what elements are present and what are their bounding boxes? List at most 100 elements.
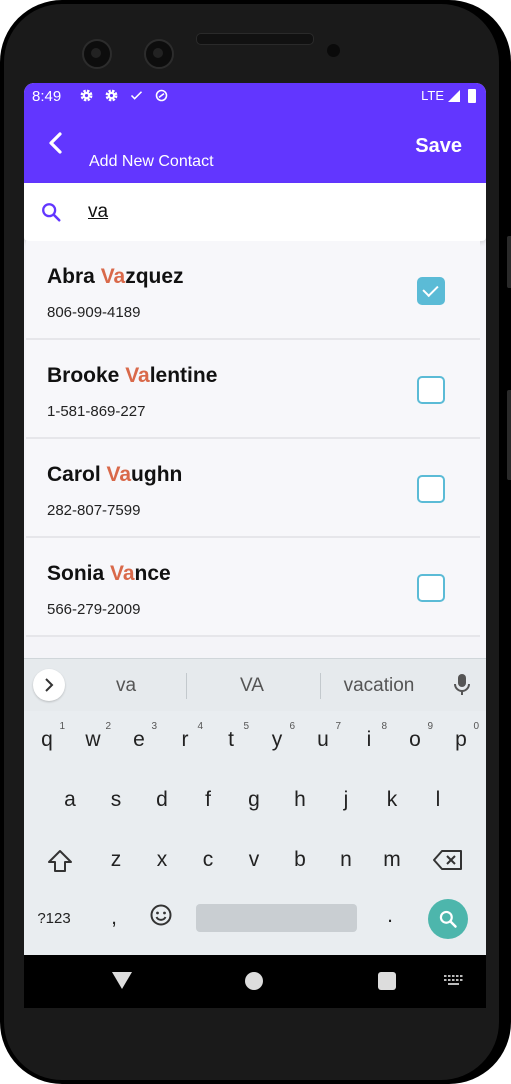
page-title: Add New Contact: [89, 153, 214, 170]
key-letter: o: [409, 728, 421, 751]
key-x[interactable]: x: [144, 848, 180, 872]
nav-home-icon[interactable]: [245, 972, 263, 990]
network-type: LTE: [421, 88, 444, 103]
microphone-icon[interactable]: [452, 673, 472, 702]
key-i[interactable]: i8: [351, 721, 387, 752]
emoji-icon: [150, 904, 172, 926]
back-arrow-icon[interactable]: [44, 131, 68, 155]
contact-name: Abra Vazquez: [47, 265, 184, 289]
key-number-hint: 7: [335, 721, 341, 732]
name-part: Brooke: [47, 364, 126, 387]
earpiece-speaker: [196, 33, 314, 45]
shift-key[interactable]: [42, 848, 78, 880]
search-bar: [24, 183, 486, 241]
name-match-highlight: Va: [110, 562, 135, 585]
comma-key[interactable]: ,: [104, 906, 124, 930]
suggestion-2[interactable]: VA: [222, 675, 282, 697]
contact-name: Carol Vaughn: [47, 463, 182, 487]
backspace-icon: [433, 850, 462, 870]
key-v[interactable]: v: [236, 848, 272, 872]
key-g[interactable]: g: [236, 788, 272, 812]
front-camera-secondary: [144, 39, 174, 69]
suggestion-3[interactable]: vacation: [334, 675, 424, 697]
key-a[interactable]: a: [52, 788, 88, 812]
contact-checkbox[interactable]: [417, 574, 445, 602]
contact-name: Sonia Vance: [47, 562, 171, 586]
space-key[interactable]: [196, 904, 357, 932]
key-f[interactable]: f: [190, 788, 226, 812]
search-icon: [439, 910, 457, 928]
key-m[interactable]: m: [374, 848, 410, 872]
name-part: Abra: [47, 265, 101, 288]
contact-checkbox[interactable]: [417, 277, 445, 305]
key-w[interactable]: w2: [75, 721, 111, 752]
check-icon: [128, 88, 145, 106]
contact-phone: 282-807-7599: [47, 502, 141, 519]
key-u[interactable]: u7: [305, 721, 341, 752]
gear-icon: [103, 88, 120, 106]
power-button: [507, 390, 511, 480]
symbols-key[interactable]: ?123: [29, 910, 79, 927]
search-enter-key[interactable]: [428, 899, 468, 939]
key-k[interactable]: k: [374, 788, 410, 812]
contact-checkbox[interactable]: [417, 475, 445, 503]
nav-recents-icon[interactable]: [378, 972, 396, 990]
contact-row[interactable]: Abra Vazquez 806-909-4189: [26, 241, 480, 340]
key-b[interactable]: b: [282, 848, 318, 872]
contact-row[interactable]: Sonia Vance 566-279-2009: [26, 538, 480, 637]
name-part: Carol: [47, 463, 107, 486]
key-number-hint: 0: [473, 721, 479, 732]
key-n[interactable]: n: [328, 848, 364, 872]
save-button[interactable]: Save: [415, 135, 462, 158]
suggestion-bar: va VA vacation: [24, 658, 486, 711]
expand-toolbar-button[interactable]: [33, 669, 65, 701]
shift-arrow-icon: [48, 850, 72, 872]
contact-checkbox[interactable]: [417, 376, 445, 404]
nav-back-icon[interactable]: [112, 972, 132, 989]
key-letter: u: [317, 728, 329, 751]
key-q[interactable]: q1: [29, 721, 65, 752]
key-s[interactable]: s: [98, 788, 134, 812]
status-icons: [78, 88, 170, 106]
key-r[interactable]: r4: [167, 721, 204, 752]
key-h[interactable]: h: [282, 788, 318, 812]
key-d[interactable]: d: [144, 788, 180, 812]
key-c[interactable]: c: [190, 848, 226, 872]
name-part: zquez: [125, 265, 184, 288]
period-key[interactable]: .: [380, 904, 400, 928]
search-input[interactable]: [88, 199, 448, 225]
key-j[interactable]: j: [328, 788, 364, 812]
contact-list: Abra Vazquez 806-909-4189 Brooke Valentine…: [24, 241, 486, 637]
status-bar: 8:49 LTE: [24, 83, 486, 111]
key-z[interactable]: z: [98, 848, 134, 872]
key-letter: r: [181, 728, 189, 751]
key-e[interactable]: e3: [121, 721, 157, 752]
key-y[interactable]: y6: [259, 721, 295, 752]
key-letter: q: [41, 728, 53, 751]
key-number-hint: 2: [105, 721, 111, 732]
name-part: nce: [134, 562, 171, 585]
keyboard: va VA vacation q1 w2 e3 r4 t5 y6 u7 i8 o9 p0 asdfg…: [24, 658, 486, 955]
key-number-hint: 4: [197, 721, 203, 732]
app-bar: Add New Contact Save: [24, 111, 486, 183]
front-camera: [82, 39, 112, 69]
key-t[interactable]: t5: [213, 721, 249, 752]
key-o[interactable]: o9: [397, 721, 433, 752]
key-letter: t: [228, 728, 234, 751]
key-p[interactable]: p0: [443, 721, 479, 752]
suggestion-1[interactable]: va: [96, 675, 156, 697]
suggestion-divider: [320, 673, 321, 699]
backspace-key[interactable]: [428, 848, 468, 878]
name-match-highlight: Va: [100, 265, 126, 288]
contact-row[interactable]: Carol Vaughn 282-807-7599: [26, 439, 480, 538]
key-number-hint: 6: [289, 721, 295, 732]
name-match-highlight: Va: [125, 364, 150, 387]
emoji-key[interactable]: [146, 903, 176, 933]
key-l[interactable]: l: [420, 788, 456, 812]
contact-phone: 566-279-2009: [47, 601, 141, 618]
keyboard-switch-icon[interactable]: [444, 975, 464, 987]
key-letter: p: [455, 728, 467, 751]
proximity-sensor: [327, 44, 340, 57]
name-part: lentine: [149, 364, 218, 387]
contact-row[interactable]: Brooke Valentine 1-581-869-227: [26, 340, 480, 439]
